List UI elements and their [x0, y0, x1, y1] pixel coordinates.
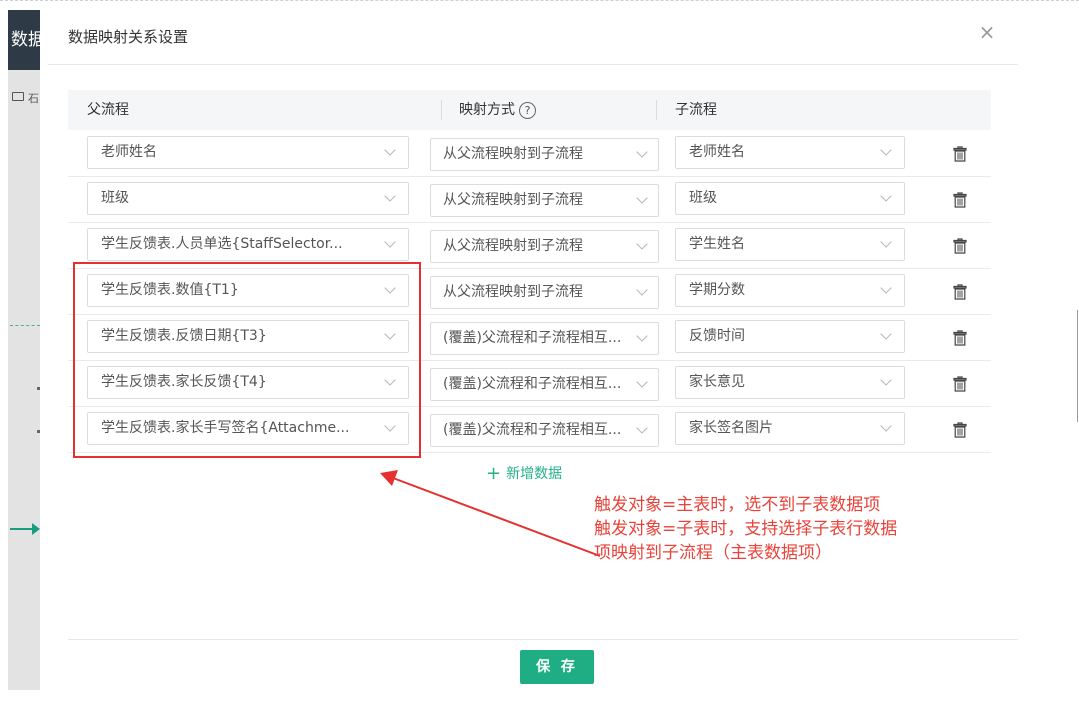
annotation-text: 触发对象=主表时，选不到子表数据项 触发对象=子表时，支持选择子表行数据 项映射到子…	[594, 493, 897, 565]
column-header-child: 子流程	[675, 102, 717, 118]
mapping-mode-select[interactable]: 从父流程映射到子流程	[430, 276, 659, 309]
mapping-mode-select[interactable]: 从父流程映射到子流程	[430, 138, 659, 171]
child-field-select[interactable]: 学生姓名	[675, 228, 905, 261]
trash-icon[interactable]	[953, 238, 967, 254]
image-icon	[12, 92, 24, 101]
table-header: 父流程 映射方式? 子流程	[68, 90, 991, 130]
table-row: 班级 从父流程映射到子流程 班级	[68, 176, 991, 223]
child-field-select[interactable]: 班级	[675, 182, 905, 215]
column-separator	[656, 100, 657, 120]
mapping-mode-select[interactable]: 从父流程映射到子流程	[430, 230, 659, 263]
child-field-select[interactable]: 家长意见	[675, 366, 905, 399]
child-field-select[interactable]: 家长签名图片	[675, 412, 905, 445]
background-item-label: 石	[28, 92, 39, 105]
parent-field-select[interactable]: 班级	[87, 182, 409, 215]
save-button[interactable]: 保 存	[520, 650, 594, 684]
footer-divider	[68, 639, 1018, 640]
header-divider	[48, 64, 1018, 65]
child-field-select[interactable]: 老师姓名	[675, 136, 905, 169]
parent-field-select[interactable]: 老师姓名	[87, 136, 409, 169]
mapping-mode-select[interactable]: (覆盖)父流程和子流程相互...	[430, 368, 659, 401]
add-data-button[interactable]: + 新增数据	[486, 463, 562, 484]
background-dashed-connector	[10, 325, 40, 326]
annotation-line: 项映射到子流程（主表数据项）	[594, 543, 832, 563]
annotation-highlight-box	[73, 262, 421, 458]
trash-icon[interactable]	[953, 146, 967, 162]
add-data-label: 新增数据	[506, 466, 563, 482]
column-header-mapping-label: 映射方式	[459, 102, 515, 118]
background-flow-line	[10, 528, 32, 530]
background-sidebar	[8, 10, 40, 690]
mapping-mode-select[interactable]: 从父流程映射到子流程	[430, 184, 659, 217]
background-divider	[1077, 310, 1078, 422]
background-header: 数据	[8, 10, 40, 70]
parent-field-select[interactable]: 学生反馈表.人员单选{StaffSelector...	[87, 228, 409, 261]
column-separator	[441, 100, 442, 120]
child-field-select[interactable]: 学期分数	[675, 274, 905, 307]
child-field-select[interactable]: 反馈时间	[675, 320, 905, 353]
annotation-line: 触发对象=子表时，支持选择子表行数据	[594, 519, 898, 539]
mapping-mode-select[interactable]: (覆盖)父流程和子流程相互...	[430, 414, 659, 447]
plus-icon: +	[486, 463, 502, 484]
table-row: 老师姓名 从父流程映射到子流程 老师姓名	[68, 130, 991, 177]
trash-icon[interactable]	[953, 192, 967, 208]
mapping-mode-select[interactable]: (覆盖)父流程和子流程相互...	[430, 322, 659, 355]
trash-icon[interactable]	[953, 422, 967, 438]
annotation-line: 触发对象=主表时，选不到子表数据项	[594, 495, 881, 515]
modal-title: 数据映射关系设置	[68, 28, 189, 46]
trash-icon[interactable]	[953, 330, 967, 346]
help-icon[interactable]: ?	[519, 101, 536, 119]
trash-icon[interactable]	[953, 284, 967, 300]
trash-icon[interactable]	[953, 376, 967, 392]
background-flow-arrow-icon	[32, 523, 40, 535]
close-icon[interactable]: ×	[977, 22, 997, 42]
column-header-parent: 父流程	[87, 102, 129, 118]
column-header-mapping: 映射方式?	[459, 90, 536, 130]
top-divider	[0, 0, 1079, 1]
